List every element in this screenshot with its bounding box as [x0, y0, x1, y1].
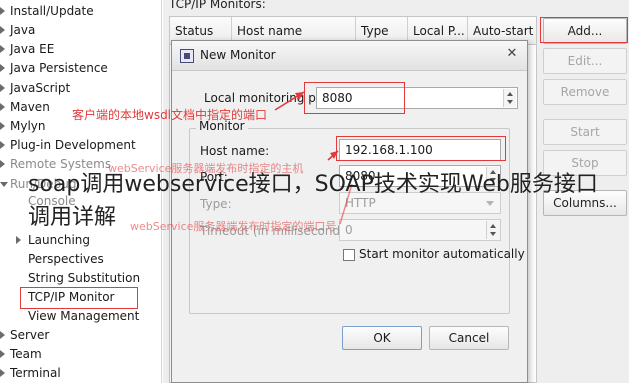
chevron-down-icon[interactable] — [0, 182, 8, 187]
chevron-right-icon[interactable] — [0, 64, 5, 72]
tree-item-label: View Management — [28, 309, 140, 323]
dialog-titlebar[interactable]: New Monitor ✕ — [172, 41, 527, 71]
tree-item-label: String Substitution — [28, 271, 141, 285]
tree-item-label: Install/Update — [10, 4, 94, 18]
close-icon[interactable]: ✕ — [501, 44, 523, 66]
local-port-highlight-box — [304, 82, 405, 114]
chevron-right-icon[interactable] — [16, 236, 21, 244]
tree-item-label: Plug-in Development — [10, 138, 136, 152]
start-button[interactable]: Start — [543, 119, 627, 145]
chevron-right-icon[interactable] — [0, 26, 5, 34]
add-highlight-box — [540, 17, 628, 43]
tree-item-label: Maven — [10, 100, 50, 114]
tree-highlight-box — [20, 287, 138, 309]
overlay-title: soap调用webservice接口，SOAP技术实现Web服务接口调用详解 — [28, 172, 598, 230]
tree-item-label: Mylyn — [10, 119, 46, 133]
monitor-icon — [180, 49, 194, 63]
spinner-icon[interactable] — [503, 89, 516, 107]
host-name-label: Host name: — [200, 144, 270, 158]
page-title: TCP/IP Monitors: — [169, 0, 266, 11]
chevron-right-icon[interactable] — [0, 331, 5, 339]
tree-item-label: Server — [10, 328, 50, 342]
dialog-title: New Monitor — [200, 48, 276, 62]
host-highlight-box — [336, 136, 506, 161]
chevron-right-icon[interactable] — [0, 45, 5, 53]
chevron-right-icon[interactable] — [0, 160, 5, 168]
chevron-right-icon[interactable] — [0, 103, 5, 111]
tree-item-label: Perspectives — [28, 252, 104, 266]
ok-button[interactable]: OK — [342, 326, 422, 350]
tree-item-label: Java Persistence — [10, 61, 108, 75]
auto-start-label[interactable]: Start monitor automatically — [359, 247, 525, 261]
local-port-annotation: 客户端的本地wsdl文档中指定的端口 — [72, 108, 268, 122]
chevron-right-icon[interactable] — [0, 122, 5, 130]
remove-button[interactable]: Remove — [543, 79, 627, 105]
chevron-right-icon[interactable] — [0, 84, 5, 92]
tree-item-label: Terminal — [10, 366, 61, 380]
tree-item-label: Java EE — [10, 42, 55, 56]
edit-button[interactable]: Edit... — [543, 48, 627, 74]
tree-item-label: JavaScript — [10, 81, 71, 95]
chevron-right-icon[interactable] — [0, 369, 5, 377]
cancel-button[interactable]: Cancel — [429, 326, 509, 350]
tree-item-label: Team — [10, 347, 42, 361]
chevron-right-icon[interactable] — [0, 141, 5, 149]
chevron-right-icon[interactable] — [0, 350, 5, 358]
chevron-right-icon[interactable] — [0, 7, 5, 15]
tree-item-label: Java — [10, 23, 36, 37]
auto-start-checkbox[interactable] — [343, 249, 355, 261]
